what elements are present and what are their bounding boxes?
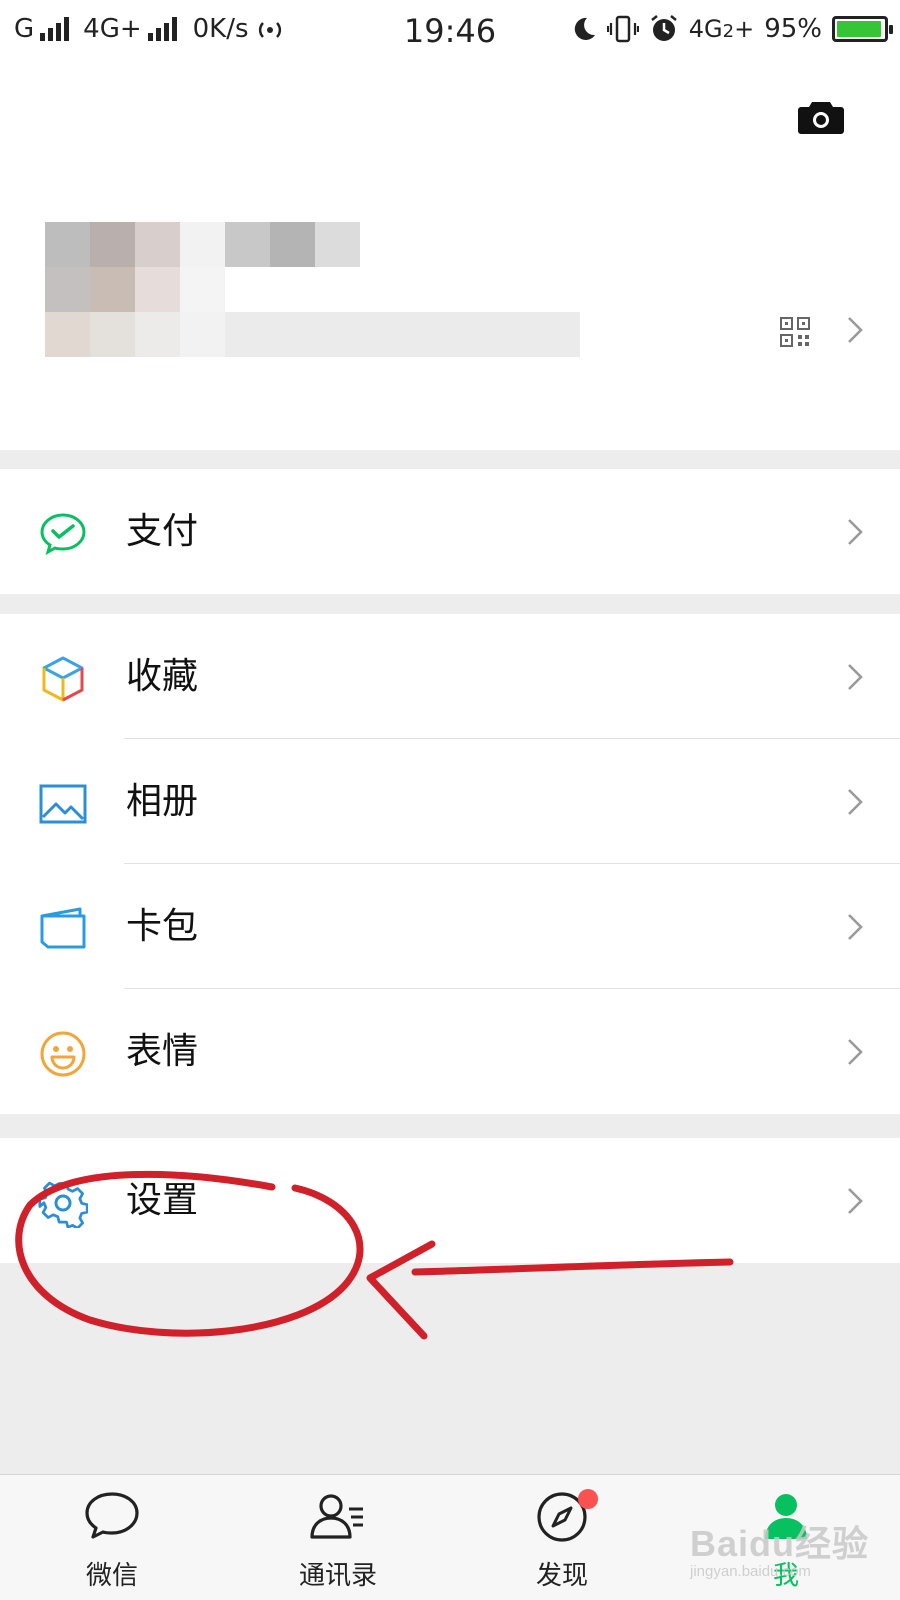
- annotation-arrow-shaft: [411, 1258, 734, 1276]
- chevron-right-icon: [848, 789, 863, 815]
- profile-header[interactable]: [0, 62, 900, 450]
- menu-item-cards[interactable]: 卡包: [0, 864, 900, 989]
- blur-cell: [180, 222, 225, 267]
- blur-cell: [45, 222, 90, 267]
- network-type: 4G2+: [689, 15, 754, 43]
- blur-cell: [270, 222, 315, 267]
- blur-cell: [135, 312, 180, 357]
- blur-cell: [90, 312, 135, 357]
- menu-item-pay[interactable]: 支付: [0, 469, 900, 594]
- status-bar: G 4G+ 0K/s 19:46 4G2+ 95%: [0, 0, 900, 62]
- chevron-right-icon: [848, 1039, 863, 1065]
- qr-code-icon[interactable]: [780, 317, 810, 347]
- tab-label-discover: 发现: [535, 1561, 588, 1591]
- tab-contacts[interactable]: 通讯录: [258, 1475, 418, 1600]
- status-right: 4G2+ 95%: [571, 14, 893, 44]
- network-type-plus: +: [734, 15, 755, 43]
- blur-cell: [315, 222, 360, 267]
- network-type-main: 4G: [688, 15, 723, 43]
- blur-cell: [180, 267, 225, 312]
- menu-item-album[interactable]: 相册: [0, 739, 900, 864]
- blur-cell: [225, 222, 270, 267]
- vibrate-icon: [606, 15, 639, 43]
- moon-icon: [574, 17, 595, 40]
- contacts-icon: [310, 1494, 363, 1539]
- blur-cell: [90, 267, 135, 312]
- menu-group-pay: 支付: [0, 469, 900, 594]
- tab-discover[interactable]: 发现: [482, 1475, 642, 1600]
- battery-icon: [832, 16, 893, 42]
- smiley-icon: [40, 1031, 86, 1077]
- menu-label-stickers: 表情: [126, 1031, 199, 1072]
- blur-cell: [135, 222, 180, 267]
- notification-dot: [578, 1489, 598, 1509]
- tab-label-contacts: 通讯录: [298, 1561, 377, 1591]
- chevron-right-icon: [848, 317, 863, 343]
- blur-cell: [45, 267, 90, 312]
- chat-bubble-icon: [85, 1492, 139, 1539]
- image-icon: [39, 784, 87, 824]
- menu-group-main: 收藏 相册 卡包 表情: [0, 614, 900, 1114]
- camera-icon[interactable]: [798, 98, 844, 134]
- menu-label-album: 相册: [126, 781, 199, 822]
- blur-cell: [90, 222, 135, 267]
- menu-label-favorites: 收藏: [126, 656, 199, 697]
- cube-icon: [42, 656, 84, 702]
- menu-item-settings[interactable]: 设置: [0, 1138, 900, 1263]
- baidu-watermark: Baidu经验 jingyan.baidu.com: [690, 1515, 870, 1580]
- battery-fill: [837, 21, 881, 37]
- chevron-right-icon: [848, 1188, 863, 1214]
- gear-icon: [38, 1181, 88, 1228]
- chevron-right-icon: [848, 914, 863, 940]
- menu-label-cards: 卡包: [126, 906, 199, 947]
- chevron-right-icon: [848, 519, 863, 545]
- menu-group-settings: 设置: [0, 1138, 900, 1263]
- network-type-sub: 2: [722, 21, 735, 42]
- wallet-icon: [40, 907, 86, 949]
- chevron-right-icon: [848, 664, 863, 690]
- blur-cell: [135, 267, 180, 312]
- menu-item-favorites[interactable]: 收藏: [0, 614, 900, 739]
- menu-label-pay: 支付: [126, 511, 199, 552]
- menu-item-stickers[interactable]: 表情: [0, 989, 900, 1114]
- battery-percent: 95%: [764, 14, 822, 44]
- watermark-sub: jingyan.baidu.com: [690, 1563, 811, 1580]
- watermark-main: Baidu经验: [690, 1523, 870, 1564]
- blur-cell: [45, 312, 90, 357]
- blur-cell: [225, 312, 580, 357]
- blur-cell: [180, 312, 225, 357]
- wechat-pay-icon: [40, 513, 86, 556]
- menu-label-settings: 设置: [126, 1180, 199, 1221]
- tab-label-chats: 微信: [85, 1561, 138, 1591]
- alarm-icon: [650, 15, 677, 41]
- tab-chats[interactable]: 微信: [32, 1475, 192, 1600]
